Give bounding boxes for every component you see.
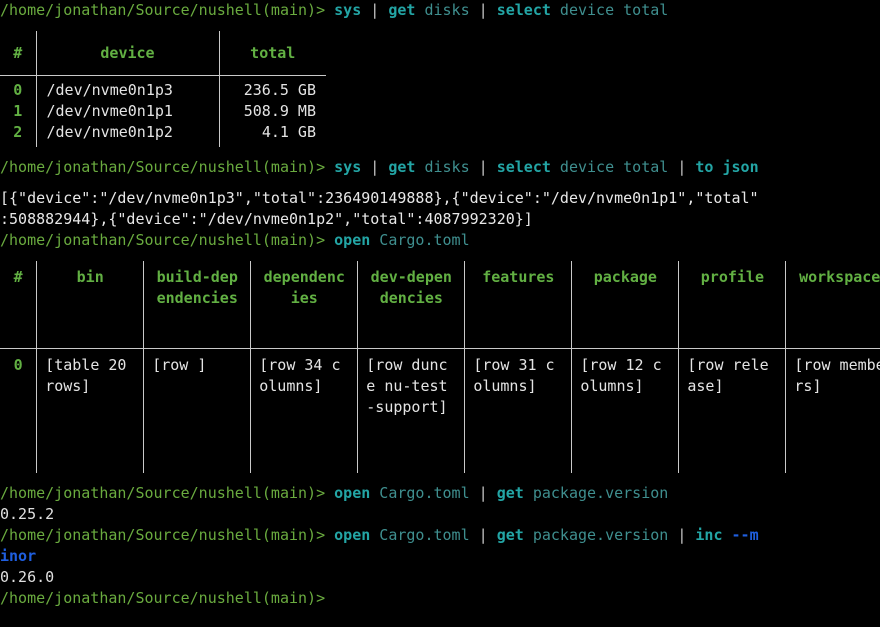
row-index-cell: 0 1 2 — [0, 75, 37, 147]
features-cell: [row 31 columns] — [464, 348, 573, 473]
command-line-5: /home/jonathan/Source/nushell(main)> ope… — [0, 525, 880, 546]
index-value: 2 — [13, 123, 23, 141]
build-dependencies-cell: [row ] — [143, 348, 252, 473]
command-line-5-wrap: inor — [0, 546, 880, 567]
flag-minor-wrap: inor — [0, 547, 37, 565]
table-header-row: # device total — [0, 31, 326, 76]
spacer-row — [0, 251, 880, 261]
version-output-current: 0.25.2 — [0, 505, 55, 523]
shell-prompt: /home/jonathan/Source/nushell(main)> — [0, 231, 326, 249]
command-line-4: /home/jonathan/Source/nushell(main)> ope… — [0, 483, 880, 504]
json-output-line-1: [{"device":"/dev/nvme0n1p3","total":2364… — [0, 189, 759, 207]
shell-prompt: /home/jonathan/Source/nushell(main)> — [0, 484, 326, 502]
command-select: select — [496, 1, 551, 19]
command-get: get — [388, 1, 416, 19]
pipe-symbol: | — [469, 158, 497, 176]
header-package: package — [571, 261, 680, 349]
cargo-toml-table: # bin build-dependencies dependencies de… — [0, 261, 880, 473]
command-inc: inc — [695, 526, 723, 544]
dev-dependencies-cell: [row dunce nu-test-support] — [357, 348, 466, 473]
index-value: 1 — [13, 102, 23, 120]
command-open: open — [334, 231, 371, 249]
total-value: 4.1 GB — [261, 123, 316, 141]
terminal-window[interactable]: /home/jonathan/Source/nushell(main)> sys… — [0, 0, 880, 627]
argument-cargo-toml: Cargo.toml — [370, 484, 470, 502]
shell-prompt: /home/jonathan/Source/nushell(main)> — [0, 526, 326, 544]
command-sys: sys — [334, 1, 362, 19]
pipe-symbol: | — [668, 158, 696, 176]
row-index-cell: 0 — [0, 348, 38, 473]
package-cell: [row 12 columns] — [571, 348, 680, 473]
total-cell: 236.5 GB 508.9 MB 4.1 GB — [218, 75, 326, 147]
pipe-symbol: | — [469, 526, 497, 544]
header-build-dependencies: build-dependencies — [143, 261, 252, 349]
header-index: # — [0, 261, 38, 349]
command-line-2: /home/jonathan/Source/nushell(main)> sys… — [0, 157, 880, 178]
command-open: open — [334, 526, 371, 544]
header-index: # — [0, 31, 37, 76]
argument-columns: device total — [550, 1, 669, 19]
json-output-line-2: :508882944},{"device":"/dev/nvme0n1p2","… — [0, 210, 533, 228]
command-select: select — [496, 158, 551, 176]
header-device: device — [35, 31, 220, 76]
header-dev-dependencies: dev-dependencies — [357, 261, 466, 349]
command-line-3: /home/jonathan/Source/nushell(main)> ope… — [0, 230, 880, 251]
header-workspace: workspace — [785, 261, 880, 349]
command-get: get — [388, 158, 416, 176]
table-row: 0 1 2 /dev/nvme0n1p3/dev/nvme0n1p1/dev/nvm… — [0, 75, 326, 147]
argument-package-version: package.version — [523, 526, 669, 544]
header-features: features — [464, 261, 573, 349]
index-value: 0 — [13, 81, 23, 99]
command-get: get — [496, 526, 524, 544]
version-output-incremented: 0.26.0 — [0, 568, 55, 586]
pipe-symbol: | — [361, 1, 389, 19]
disks-table: # device total 0 1 2 /dev/nvme0n1p3/dev/nv… — [0, 31, 326, 147]
bin-cell: [table 20 rows] — [36, 348, 145, 473]
spacer-row — [0, 147, 880, 157]
table-header-row: # bin build-dependencies dependencies de… — [0, 261, 880, 349]
header-dependencies: dependencies — [250, 261, 359, 349]
dependencies-cell: [row 34 columns] — [250, 348, 359, 473]
spacer-row — [0, 473, 880, 483]
command-line-1: /home/jonathan/Source/nushell(main)> sys… — [0, 0, 880, 21]
header-profile: profile — [678, 261, 787, 349]
pipe-symbol: | — [469, 484, 497, 502]
argument-cargo-toml: Cargo.toml — [370, 231, 470, 249]
argument-columns: device total — [550, 158, 669, 176]
header-bin: bin — [36, 261, 145, 349]
pipe-symbol: | — [668, 526, 696, 544]
command-line-6[interactable]: /home/jonathan/Source/nushell(main)> — [0, 588, 880, 609]
command-get: get — [496, 484, 524, 502]
table-row: 0 [table 20 rows] [row ] [row 34 columns… — [0, 348, 880, 473]
total-value: 236.5 GB — [243, 81, 316, 99]
shell-prompt: /home/jonathan/Source/nushell(main)> — [0, 158, 326, 176]
total-value: 508.9 MB — [243, 102, 316, 120]
device-value: /dev/nvme0n1p1 — [46, 102, 173, 120]
pipe-symbol: | — [469, 1, 497, 19]
pipe-symbol: | — [361, 158, 389, 176]
device-value: /dev/nvme0n1p3 — [46, 81, 173, 99]
spacer-row — [0, 21, 880, 31]
profile-cell: [row release] — [678, 348, 787, 473]
flag-minor-head: --m — [722, 526, 759, 544]
workspace-cell: [row members] — [785, 348, 880, 473]
header-total: total — [218, 31, 326, 76]
argument-disks: disks — [415, 158, 470, 176]
argument-package-version: package.version — [523, 484, 669, 502]
argument-disks: disks — [415, 1, 470, 19]
spacer-row — [0, 178, 880, 188]
command-to-json: to json — [695, 158, 759, 176]
argument-cargo-toml: Cargo.toml — [370, 526, 470, 544]
device-value: /dev/nvme0n1p2 — [46, 123, 173, 141]
device-cell: /dev/nvme0n1p3/dev/nvme0n1p1/dev/nvme0n1… — [35, 75, 220, 147]
shell-prompt: /home/jonathan/Source/nushell(main)> — [0, 589, 326, 607]
command-sys: sys — [334, 158, 362, 176]
command-open: open — [334, 484, 371, 502]
shell-prompt: /home/jonathan/Source/nushell(main)> — [0, 1, 326, 19]
